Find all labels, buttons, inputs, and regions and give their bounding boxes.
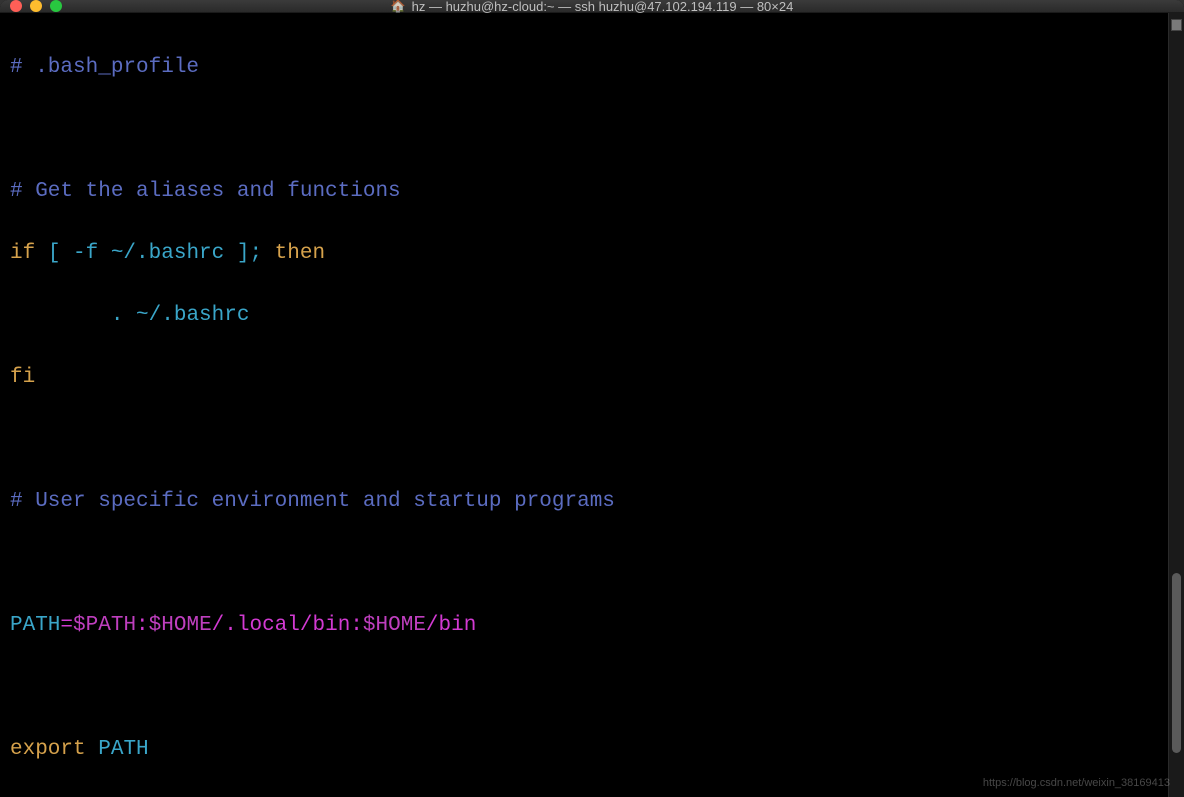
comment-text: # Get the aliases and functions bbox=[10, 180, 401, 203]
minimize-window-button[interactable] bbox=[30, 0, 42, 12]
close-window-button[interactable] bbox=[10, 0, 22, 12]
keyword-fi: fi bbox=[10, 366, 35, 389]
code-line: . ~/.bashrc bbox=[10, 300, 1162, 331]
keyword-then: then bbox=[275, 242, 325, 265]
scrollbar-thumb[interactable] bbox=[1172, 573, 1181, 753]
code-line bbox=[10, 424, 1162, 455]
scrollbar[interactable] bbox=[1168, 13, 1184, 797]
var-ref: $HOME bbox=[363, 614, 426, 637]
path-segment: /bin bbox=[426, 614, 476, 637]
path-literal: ~/.bashrc bbox=[136, 304, 249, 327]
var-name: PATH bbox=[10, 614, 60, 637]
zoom-window-button[interactable] bbox=[50, 0, 62, 12]
comment-text: # User specific environment and startup … bbox=[10, 490, 615, 513]
path-sep: : bbox=[136, 614, 149, 637]
code-line bbox=[10, 672, 1162, 703]
window-title-text: hz — huzhu@hz-cloud:~ — ssh huzhu@47.102… bbox=[412, 0, 794, 14]
var-ref: $HOME bbox=[149, 614, 212, 637]
var-ref: $PATH bbox=[73, 614, 136, 637]
equals: = bbox=[60, 614, 73, 637]
space bbox=[86, 738, 99, 761]
code-line: # .bash_profile bbox=[10, 52, 1162, 83]
code-line bbox=[10, 114, 1162, 145]
code-line: export PATH bbox=[10, 734, 1162, 765]
code-line: # Get the aliases and functions bbox=[10, 176, 1162, 207]
code-line bbox=[10, 548, 1162, 579]
scrollbar-marker bbox=[1171, 19, 1182, 31]
comment-text: # .bash_profile bbox=[10, 56, 199, 79]
terminal-window: 🏠 hz — huzhu@hz-cloud:~ — ssh huzhu@47.1… bbox=[0, 0, 1184, 797]
window-title: 🏠 hz — huzhu@hz-cloud:~ — ssh huzhu@47.1… bbox=[0, 0, 1184, 14]
code-line: PATH=$PATH:$HOME/.local/bin:$HOME/bin bbox=[10, 610, 1162, 641]
home-icon: 🏠 bbox=[391, 0, 406, 13]
code-line: if [ -f ~/.bashrc ]; then bbox=[10, 238, 1162, 269]
code-line: fi bbox=[10, 362, 1162, 393]
condition: [ -f ~/.bashrc ]; bbox=[35, 242, 274, 265]
terminal-body: # .bash_profile # Get the aliases and fu… bbox=[0, 13, 1184, 797]
code-line: # User specific environment and startup … bbox=[10, 486, 1162, 517]
path-segment: /.local/bin: bbox=[212, 614, 363, 637]
source-dot: . bbox=[111, 304, 136, 327]
indent bbox=[10, 304, 111, 327]
var-name: PATH bbox=[98, 738, 148, 761]
traffic-lights bbox=[0, 0, 62, 12]
terminal-content[interactable]: # .bash_profile # Get the aliases and fu… bbox=[0, 13, 1168, 797]
keyword-export: export bbox=[10, 738, 86, 761]
window-titlebar: 🏠 hz — huzhu@hz-cloud:~ — ssh huzhu@47.1… bbox=[0, 0, 1184, 13]
keyword-if: if bbox=[10, 242, 35, 265]
